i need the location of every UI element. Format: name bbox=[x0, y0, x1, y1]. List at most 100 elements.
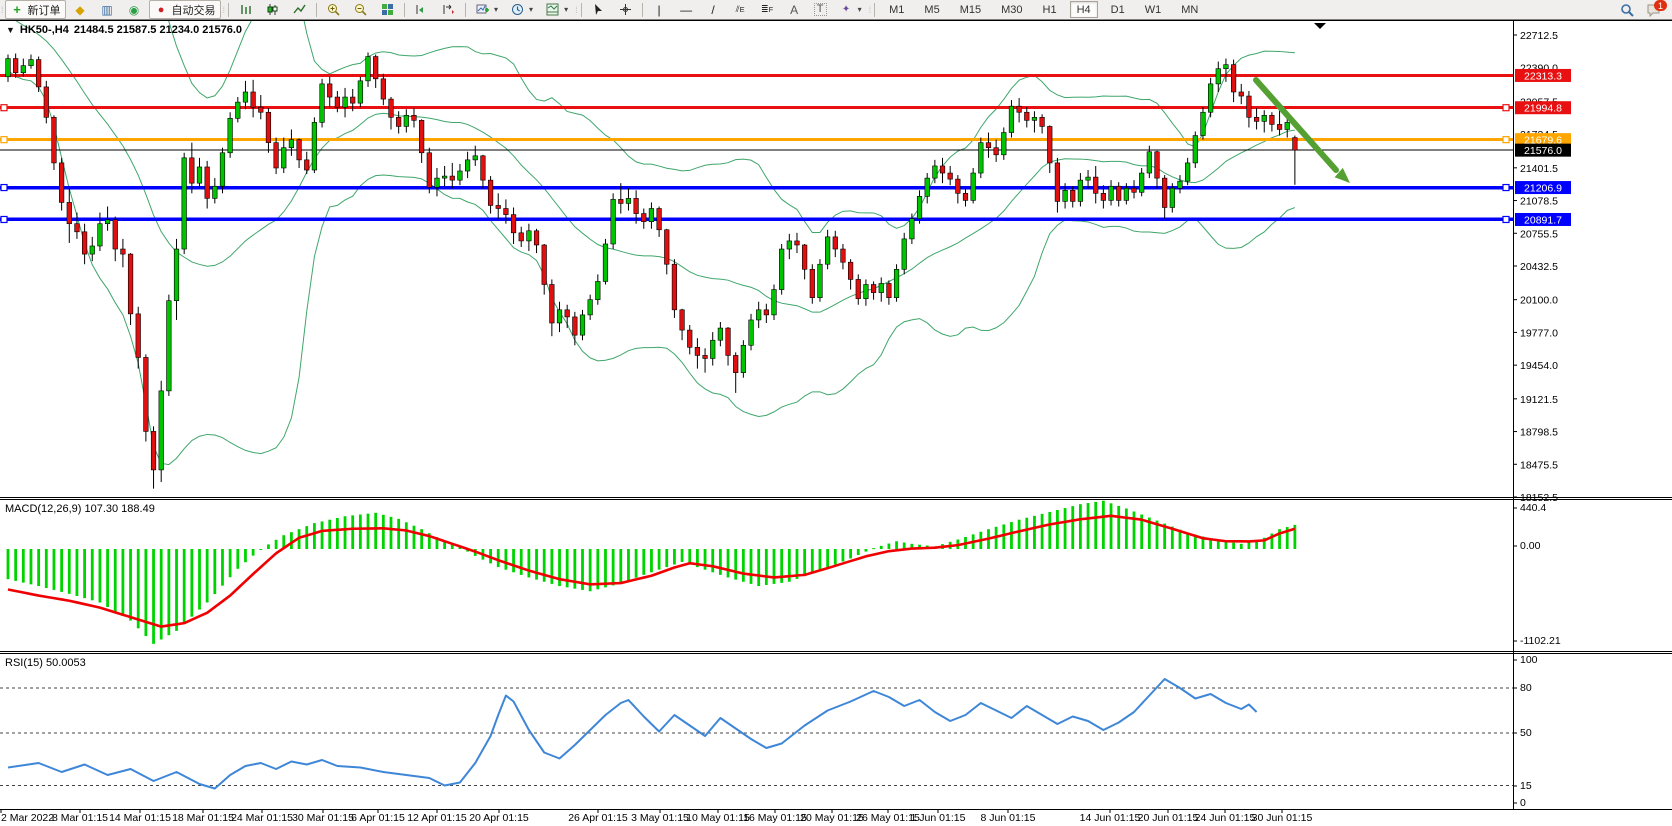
candle-body bbox=[1285, 122, 1290, 129]
candle-body bbox=[527, 231, 532, 241]
line-handle[interactable] bbox=[1, 105, 7, 111]
candle-body bbox=[419, 120, 424, 152]
candle-body bbox=[343, 97, 348, 107]
macd-histogram-bar bbox=[152, 549, 155, 644]
macd-histogram-bar bbox=[1041, 514, 1044, 549]
rsi-axis-label: 100 bbox=[1520, 654, 1538, 666]
candle-body bbox=[825, 237, 830, 264]
line-handle[interactable] bbox=[1, 185, 7, 191]
time-axis[interactable]: 2 Mar 20228 Mar 01:1514 Mar 01:1518 Mar … bbox=[1, 810, 1313, 825]
candle-body bbox=[1193, 136, 1198, 163]
macd-histogram-bar bbox=[351, 515, 354, 549]
macd-histogram-bar bbox=[114, 549, 117, 612]
macd-histogram-bar bbox=[727, 549, 730, 577]
candle-body bbox=[718, 328, 723, 340]
candle-body bbox=[1009, 106, 1014, 132]
macd-histogram-bar bbox=[849, 549, 852, 558]
macd-histogram-bar bbox=[30, 549, 33, 584]
macd-histogram-bar bbox=[22, 549, 25, 583]
candle-body bbox=[1254, 117, 1259, 121]
macd-histogram-bar bbox=[543, 549, 546, 582]
candle-body bbox=[764, 310, 769, 315]
candle-body bbox=[1155, 152, 1160, 178]
macd-histogram-bar bbox=[244, 549, 247, 562]
candle-body bbox=[1247, 96, 1252, 117]
line-handle[interactable] bbox=[1, 216, 7, 222]
candle-body bbox=[580, 315, 585, 335]
macd-histogram-bar bbox=[635, 549, 638, 578]
line-handle[interactable] bbox=[1503, 216, 1509, 222]
line-handle[interactable] bbox=[1503, 137, 1509, 143]
macd-histogram-bar bbox=[99, 549, 102, 602]
candle-body bbox=[297, 140, 302, 160]
macd-histogram-bar bbox=[857, 549, 860, 555]
candle-body bbox=[1070, 190, 1075, 201]
price-badge-label: 21206.9 bbox=[1524, 183, 1562, 195]
macd-histogram-bar bbox=[405, 522, 408, 549]
candle-body bbox=[243, 92, 248, 102]
candle-body bbox=[144, 357, 149, 431]
candle-body bbox=[320, 84, 325, 123]
candle-body bbox=[611, 199, 616, 244]
macd-histogram-bar bbox=[7, 549, 10, 579]
candle-body bbox=[304, 160, 309, 170]
candle-body bbox=[236, 102, 241, 118]
candle-body bbox=[1239, 92, 1244, 96]
macd-histogram-bar bbox=[1087, 503, 1090, 549]
macd-histogram-bar bbox=[1010, 522, 1013, 549]
macd-axis-label: 0.00 bbox=[1520, 540, 1541, 552]
macd-histogram-bar bbox=[129, 549, 132, 621]
price-axis[interactable]: 22390.022057.521734.522712.521401.521078… bbox=[1513, 30, 1571, 504]
candle-body bbox=[779, 249, 784, 290]
macd-histogram-bar bbox=[1079, 504, 1082, 549]
macd-histogram-bar bbox=[290, 532, 293, 549]
macd-histogram-bar bbox=[221, 549, 224, 586]
rsi-axis-label: 80 bbox=[1520, 682, 1532, 694]
candle-body bbox=[856, 279, 861, 298]
candle-body bbox=[312, 122, 317, 170]
macd-histogram-bar bbox=[1102, 501, 1105, 549]
candle-body bbox=[29, 60, 34, 66]
time-tick-label: 3 May 01:15 bbox=[631, 812, 689, 824]
macd-histogram-bar bbox=[550, 549, 553, 584]
candle-body bbox=[557, 310, 562, 323]
macd-histogram-bar bbox=[665, 549, 668, 567]
trading-platform-window: ⁞ + 新订单 ◆ ▥ ◉ ● 自动交易 ⁞ bbox=[0, 0, 1672, 826]
macd-pane[interactable]: 440.40.00-1102.21 bbox=[7, 501, 1561, 647]
candle-body bbox=[1055, 163, 1060, 202]
macd-histogram-bar bbox=[527, 549, 530, 577]
time-tick-label: 14 Mar 01:15 bbox=[109, 812, 171, 824]
candle-body bbox=[948, 173, 953, 179]
candle-body bbox=[13, 59, 18, 73]
time-tick-label: 30 Jun 01:15 bbox=[1252, 812, 1313, 824]
line-handle[interactable] bbox=[1503, 185, 1509, 191]
macd-histogram-bar bbox=[45, 549, 48, 588]
macd-histogram-bar bbox=[328, 520, 331, 549]
candle-body bbox=[879, 283, 884, 292]
macd-histogram-bar bbox=[1002, 524, 1005, 549]
line-handle[interactable] bbox=[1, 137, 7, 143]
candle-body bbox=[1032, 117, 1037, 120]
chart-symbol-period: HK50-,H4 bbox=[20, 24, 69, 36]
down-trend-arrow[interactable] bbox=[1256, 80, 1336, 170]
candle-body bbox=[979, 143, 984, 173]
macd-histogram-bar bbox=[1033, 516, 1036, 549]
candle-body bbox=[956, 179, 961, 193]
symbol-dropdown-icon[interactable]: ▼ bbox=[6, 25, 15, 35]
candle-body bbox=[458, 171, 463, 180]
candle-body bbox=[274, 143, 279, 168]
candle-body bbox=[756, 310, 761, 320]
candle-body bbox=[1124, 188, 1129, 200]
macd-histogram-bar bbox=[719, 549, 722, 575]
candle-body bbox=[1063, 190, 1068, 201]
macd-histogram-bar bbox=[344, 516, 347, 549]
rsi-pane[interactable]: 1008050150 bbox=[0, 654, 1538, 809]
line-handle[interactable] bbox=[1503, 105, 1509, 111]
chart-canvas[interactable]: 22390.022057.521734.522712.521401.521078… bbox=[0, 0, 1672, 826]
macd-histogram-bar bbox=[1110, 503, 1113, 549]
time-tick-label: 20 Jun 01:15 bbox=[1138, 812, 1199, 824]
candle-body bbox=[887, 283, 892, 297]
candle-body bbox=[98, 224, 103, 246]
macd-histogram-bar bbox=[734, 549, 737, 580]
main-chart-pane[interactable] bbox=[0, 0, 1513, 489]
